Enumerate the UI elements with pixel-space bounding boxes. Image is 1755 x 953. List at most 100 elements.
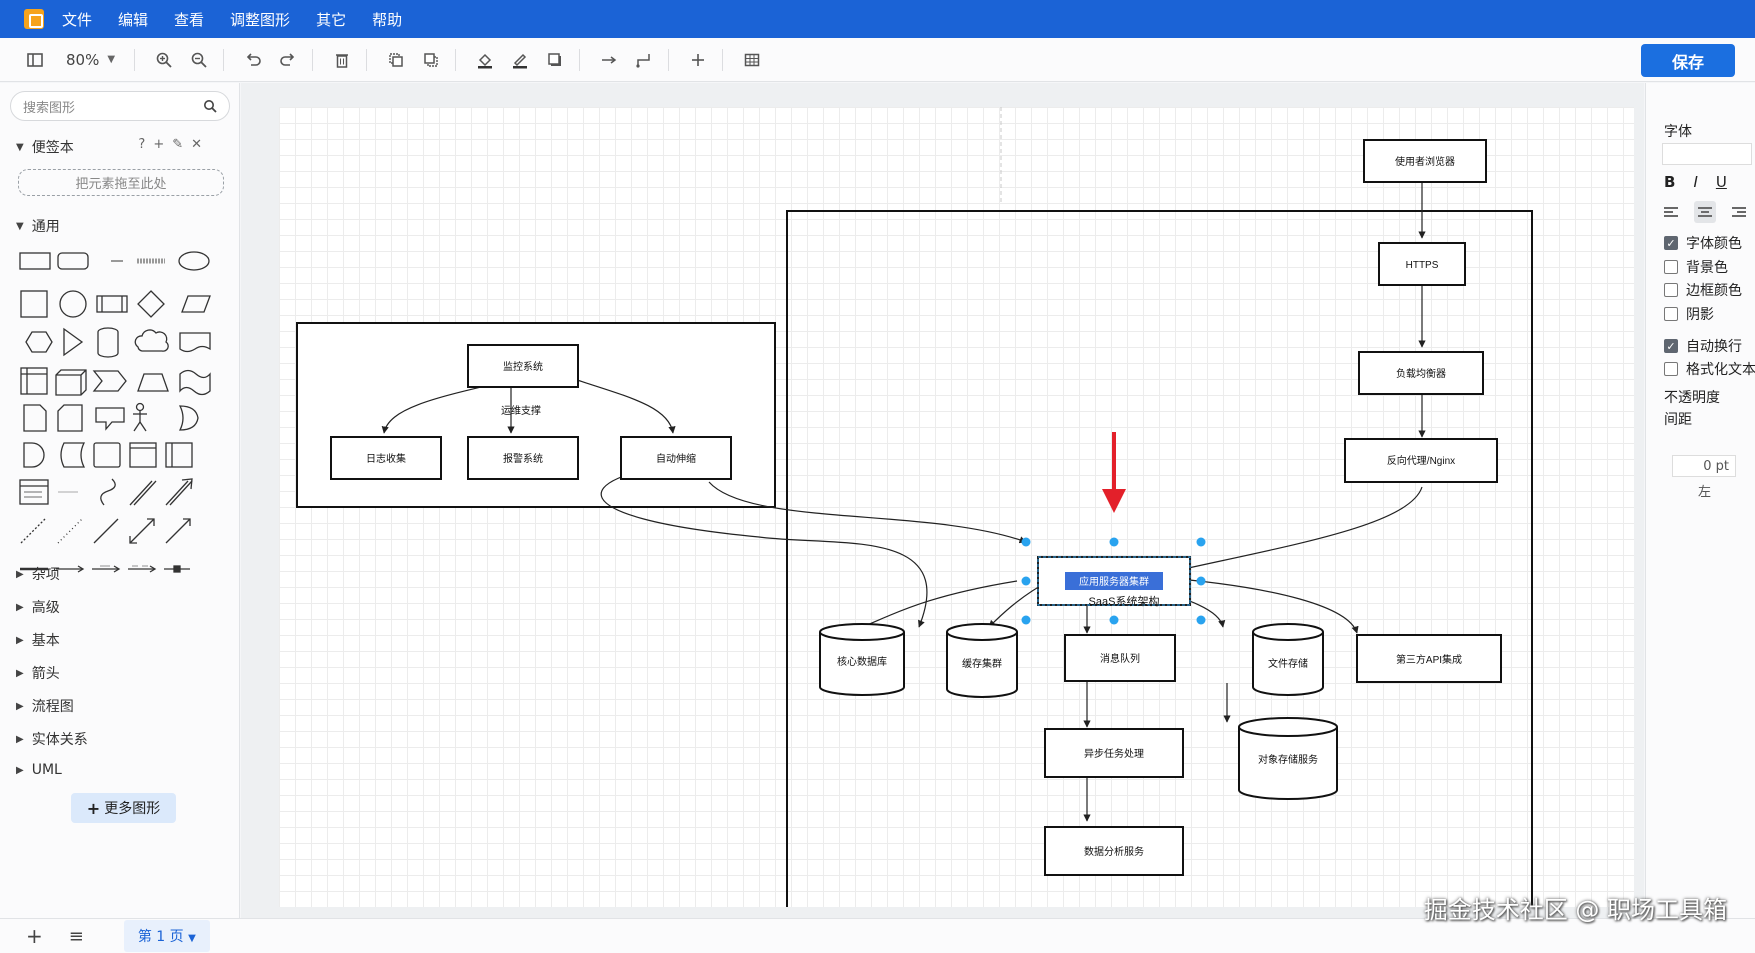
tab-page-1[interactable]: 第 1 页 ▼ [123, 920, 210, 952]
general-section-title: 通用 [31, 219, 60, 235]
shape-arrow [165, 478, 193, 506]
scratchpad-drop-zone[interactable]: 把元素拖至此处 [18, 169, 224, 196]
label-autoscale: 自动伸缩 [656, 452, 696, 465]
shape-step [92, 370, 127, 392]
shape-dotted-line [57, 518, 83, 544]
waypoints-icon[interactable] [629, 45, 659, 75]
shape-directional-line [165, 518, 191, 544]
align-center-icon[interactable] [1694, 201, 1716, 223]
section-basic[interactable]: ▶ 基本 [16, 630, 60, 650]
section-flowchart[interactable]: ▶ 流程图 [16, 696, 74, 716]
spacing-left-label: 左 [1698, 485, 1712, 500]
shape-callout [95, 407, 125, 431]
shape-square [20, 290, 48, 318]
label-log: 日志收集 [366, 452, 406, 465]
shape-cloud [134, 329, 169, 352]
save-button[interactable]: 保存 [1641, 44, 1735, 77]
scratchpad-header[interactable]: ▼ 便签本 ?+✎✕ [16, 137, 226, 157]
divider [722, 48, 724, 71]
shape-bidirectional-arrow [129, 480, 157, 506]
scratchpad-actions[interactable]: ?+✎✕ [138, 137, 210, 152]
shadow-icon[interactable] [540, 45, 570, 75]
align-buttons[interactable] [1664, 201, 1746, 223]
diagram-page[interactable]: 使用者浏览器 HTTPS 负载均衡器 反向代理/Nginx 监控系统 运维支撑 … [279, 107, 1634, 907]
text-style-buttons[interactable]: B I U [1664, 173, 1727, 191]
zoom-select[interactable]: 80% ▼ [66, 51, 115, 69]
checkbox[interactable] [1664, 307, 1678, 321]
shape-connector-with-symbol [164, 565, 190, 573]
menu-arrange[interactable]: 调整图形 [230, 9, 290, 30]
undo-icon[interactable] [238, 45, 268, 75]
option-formatted-text[interactable]: 格式化文本 [1664, 359, 1755, 379]
checkbox-checked[interactable]: ✓ [1664, 339, 1678, 353]
shape-card [57, 404, 83, 432]
label-saas: SaaS系统架构 [1089, 594, 1160, 608]
shape-curve [100, 478, 116, 506]
checkbox[interactable] [1664, 362, 1678, 376]
option-label: 阴影 [1686, 307, 1714, 323]
section-misc[interactable]: ▶ 杂项 [16, 564, 60, 584]
section-label: UML [31, 762, 62, 778]
option-font-color[interactable]: ✓ 字体颜色 [1664, 233, 1742, 253]
align-left-icon[interactable] [1664, 205, 1678, 219]
more-shapes-button[interactable]: + 更多图形 [71, 793, 176, 823]
menu-extras[interactable]: 其它 [316, 9, 346, 30]
delete-icon[interactable] [327, 45, 357, 75]
option-shadow[interactable]: 阴影 [1664, 304, 1714, 324]
zoom-in-icon[interactable] [149, 45, 179, 75]
section-entity-relation[interactable]: ▶ 实体关系 [16, 729, 88, 749]
zoom-out-icon[interactable] [184, 45, 214, 75]
line-color-icon[interactable] [505, 45, 535, 75]
menu-file[interactable]: 文件 [62, 9, 92, 30]
shape-double-arrow-line [129, 518, 155, 544]
section-uml[interactable]: ▶ UML [16, 762, 62, 778]
to-back-icon[interactable] [416, 45, 446, 75]
to-front-icon[interactable] [381, 45, 411, 75]
underline-icon[interactable]: U [1716, 173, 1727, 191]
search-input[interactable]: 搜索图形 [10, 91, 230, 121]
shape-multi-label-connector [128, 565, 157, 573]
checkbox-checked[interactable]: ✓ [1664, 236, 1678, 250]
menu-edit[interactable]: 编辑 [118, 9, 148, 30]
font-label: 字体 [1664, 124, 1692, 140]
section-label: 基本 [31, 633, 60, 649]
section-arrows[interactable]: ▶ 箭头 [16, 663, 60, 683]
shape-ellipse [178, 251, 210, 271]
toggle-sidebar-icon[interactable] [20, 45, 50, 75]
section-label: 箭头 [31, 666, 60, 682]
shape-data-storage [60, 442, 86, 468]
shape-connector-arrow [56, 565, 85, 573]
connection-arrow-icon[interactable] [594, 45, 624, 75]
pages-menu-icon[interactable]: ≡ [69, 926, 84, 947]
label-object-storage: 对象存储服务 [1258, 753, 1318, 766]
diagram-svg[interactable]: 使用者浏览器 HTTPS 负载均衡器 反向代理/Nginx 监控系统 运维支撑 … [279, 107, 1634, 907]
bold-icon[interactable]: B [1664, 173, 1675, 191]
table-icon[interactable] [737, 45, 767, 75]
spacing-value: 0 pt [1703, 458, 1729, 474]
section-label: 实体关系 [31, 732, 88, 748]
section-label: 高级 [31, 600, 60, 616]
shape-cylinder [97, 327, 119, 358]
italic-icon[interactable]: I [1693, 173, 1697, 191]
section-advanced[interactable]: ▶ 高级 [16, 597, 60, 617]
checkbox[interactable] [1664, 283, 1678, 297]
redo-icon[interactable] [273, 45, 303, 75]
divider [312, 48, 314, 71]
menu-help[interactable]: 帮助 [372, 9, 402, 30]
option-label: 背景色 [1686, 260, 1728, 276]
opacity-label: 不透明度 [1664, 390, 1720, 406]
menu-view[interactable]: 查看 [174, 9, 204, 30]
option-word-wrap[interactable]: ✓ 自动换行 [1664, 336, 1742, 356]
align-right-icon[interactable] [1732, 205, 1746, 219]
canvas-area[interactable]: 使用者浏览器 HTTPS 负载均衡器 反向代理/Nginx 监控系统 运维支撑 … [241, 83, 1644, 918]
fill-color-icon[interactable] [470, 45, 500, 75]
general-section-header[interactable]: ▼ 通用 [16, 216, 60, 236]
spacing-input[interactable]: 0 pt [1672, 455, 1736, 477]
option-border-color[interactable]: 边框颜色 [1664, 280, 1742, 300]
checkbox[interactable] [1664, 260, 1678, 274]
font-family-input[interactable] [1662, 143, 1752, 165]
insert-plus-icon[interactable] [683, 45, 713, 75]
chevron-down-icon: ▼ [188, 933, 196, 944]
option-background[interactable]: 背景色 [1664, 257, 1728, 277]
add-page-icon[interactable]: + [26, 924, 43, 948]
